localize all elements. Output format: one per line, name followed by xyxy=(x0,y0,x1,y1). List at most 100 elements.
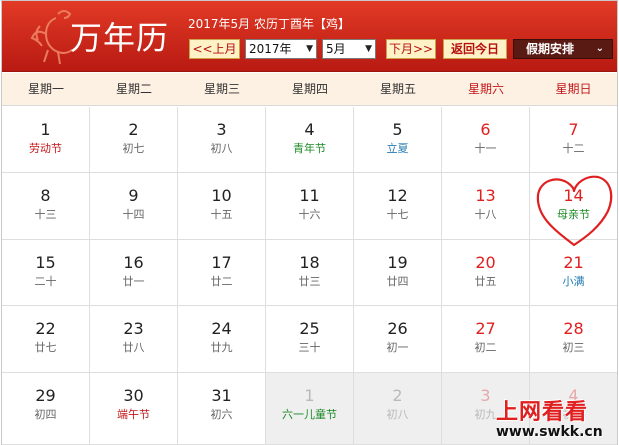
day-number: 3 xyxy=(216,120,227,139)
weekday-label: 星期四 xyxy=(266,73,354,106)
day-number: 31 xyxy=(211,386,232,405)
lunar-or-festival-label: 廿七 xyxy=(34,341,57,354)
day-cell[interactable]: 26 初一 xyxy=(354,306,442,373)
holiday-schedule-label: 假期安排 xyxy=(526,42,575,56)
lunar-or-festival-label: 十五 xyxy=(210,208,233,221)
day-cell[interactable]: 28 初三 xyxy=(530,306,617,373)
watermark-text: 上网看看 xyxy=(496,400,589,425)
year-select-value: 2017年 xyxy=(249,42,292,56)
day-cell[interactable]: 21 小满 xyxy=(530,240,617,306)
lunar-or-festival-label: 初二 xyxy=(474,341,497,354)
day-cell[interactable]: 27 初二 xyxy=(442,306,530,373)
lunar-or-festival-label: 初三 xyxy=(562,341,585,354)
weekday-label: 星期二 xyxy=(90,73,178,106)
day-cell[interactable]: 23 廿八 xyxy=(90,306,178,373)
lunar-or-festival-label: 初四 xyxy=(34,408,57,421)
lunar-or-festival-label: 三十 xyxy=(298,341,321,354)
day-cell[interactable]: 2 初八 xyxy=(354,373,442,445)
day-cell[interactable]: 8 十三 xyxy=(2,173,90,240)
lunar-or-festival-label: 劳动节 xyxy=(29,142,62,155)
lunar-or-festival-label: 廿四 xyxy=(386,275,409,288)
day-cell[interactable]: 24 廿九 xyxy=(178,306,266,373)
day-cell[interactable]: 25 三十 xyxy=(266,306,354,373)
day-number: 4 xyxy=(304,120,315,139)
day-cell[interactable]: 30 端午节 xyxy=(90,373,178,445)
day-cell[interactable]: 20 廿五 xyxy=(442,240,530,306)
day-number: 15 xyxy=(35,253,56,272)
lunar-or-festival-label: 十四 xyxy=(122,208,145,221)
day-cell[interactable]: 19 廿四 xyxy=(354,240,442,306)
day-number: 1 xyxy=(304,386,315,405)
day-number: 14 xyxy=(563,186,584,205)
caret-down-icon: ▼ xyxy=(365,44,372,54)
day-cell[interactable]: 9 十四 xyxy=(90,173,178,240)
weekday-label: 星期五 xyxy=(354,73,442,106)
day-number: 1 xyxy=(40,120,51,139)
day-cell[interactable]: 1 六一儿童节 xyxy=(266,373,354,445)
day-number: 23 xyxy=(123,319,144,338)
lunar-or-festival-label: 二十 xyxy=(34,275,57,288)
lunar-or-festival-label: 立夏 xyxy=(386,142,409,155)
lunar-or-festival-label: 廿八 xyxy=(122,341,145,354)
month-select[interactable]: 5月 ▼ xyxy=(322,39,376,59)
lunar-or-festival-label: 廿二 xyxy=(210,275,233,288)
day-number: 22 xyxy=(35,319,56,338)
lunar-or-festival-label: 青年节 xyxy=(293,142,326,155)
brand-title: 万年历 xyxy=(70,19,170,57)
lunar-or-festival-label: 廿一 xyxy=(122,275,145,288)
day-number: 2 xyxy=(392,386,403,405)
day-cell[interactable]: 17 廿二 xyxy=(178,240,266,306)
day-number: 12 xyxy=(387,186,408,205)
day-number: 27 xyxy=(475,319,496,338)
calendar-widget: 万年历 2017年5月 农历丁酉年【鸡】 <<上月 2017年 ▼ 5月 ▼ 下… xyxy=(1,0,618,445)
today-button[interactable]: 返回今日 xyxy=(443,39,507,59)
next-month-button[interactable]: 下月>> xyxy=(386,39,436,59)
day-number: 17 xyxy=(211,253,232,272)
month-info: 2017年5月 农历丁酉年【鸡】 xyxy=(188,17,350,31)
lunar-or-festival-label: 初一 xyxy=(386,341,409,354)
day-cell[interactable]: 5 立夏 xyxy=(354,107,442,173)
day-cell[interactable]: 1 劳动节 xyxy=(2,107,90,173)
weekday-label: 星期一 xyxy=(2,73,90,106)
holiday-schedule-dropdown[interactable]: 假期安排 ⌄ xyxy=(513,39,613,59)
day-cell[interactable]: 14 母亲节 xyxy=(530,173,617,240)
lunar-or-festival-label: 六一儿童节 xyxy=(282,408,337,421)
day-cell[interactable]: 18 廿三 xyxy=(266,240,354,306)
day-cell[interactable]: 7 十二 xyxy=(530,107,617,173)
day-cell[interactable]: 16 廿一 xyxy=(90,240,178,306)
lunar-or-festival-label: 初七 xyxy=(122,142,145,155)
day-number: 9 xyxy=(128,186,139,205)
day-cell[interactable]: 22 廿七 xyxy=(2,306,90,373)
month-select-value: 5月 xyxy=(326,42,346,56)
year-select[interactable]: 2017年 ▼ xyxy=(245,39,317,59)
day-cell[interactable]: 12 十七 xyxy=(354,173,442,240)
day-cell[interactable]: 31 初六 xyxy=(178,373,266,445)
lunar-or-festival-label: 十六 xyxy=(298,208,321,221)
day-cell[interactable]: 10 十五 xyxy=(178,173,266,240)
day-cell[interactable]: 2 初七 xyxy=(90,107,178,173)
day-number: 18 xyxy=(299,253,320,272)
chevron-down-icon: ⌄ xyxy=(595,43,604,54)
day-cell[interactable]: 29 初四 xyxy=(2,373,90,445)
day-number: 28 xyxy=(563,319,584,338)
lunar-or-festival-label: 廿五 xyxy=(474,275,497,288)
day-cell[interactable]: 6 十一 xyxy=(442,107,530,173)
lunar-or-festival-label: 母亲节 xyxy=(557,208,590,221)
lunar-or-festival-label: 初八 xyxy=(210,142,233,155)
lunar-or-festival-label: 十七 xyxy=(386,208,409,221)
day-number: 26 xyxy=(387,319,408,338)
day-number: 29 xyxy=(35,386,56,405)
lunar-or-festival-label: 初六 xyxy=(210,408,233,421)
lunar-or-festival-label: 廿九 xyxy=(210,341,233,354)
caret-down-icon: ▼ xyxy=(306,44,313,54)
day-cell[interactable]: 15 二十 xyxy=(2,240,90,306)
day-cell[interactable]: 4 青年节 xyxy=(266,107,354,173)
day-cell[interactable]: 11 十六 xyxy=(266,173,354,240)
day-number: 13 xyxy=(475,186,496,205)
prev-month-button[interactable]: <<上月 xyxy=(189,39,240,59)
day-cell[interactable]: 3 初八 xyxy=(178,107,266,173)
day-number: 7 xyxy=(568,120,579,139)
day-cell[interactable]: 13 十八 xyxy=(442,173,530,240)
watermark-url: www.swkk.cn xyxy=(496,424,603,440)
calendar-header: 万年历 2017年5月 农历丁酉年【鸡】 <<上月 2017年 ▼ 5月 ▼ 下… xyxy=(2,1,617,72)
